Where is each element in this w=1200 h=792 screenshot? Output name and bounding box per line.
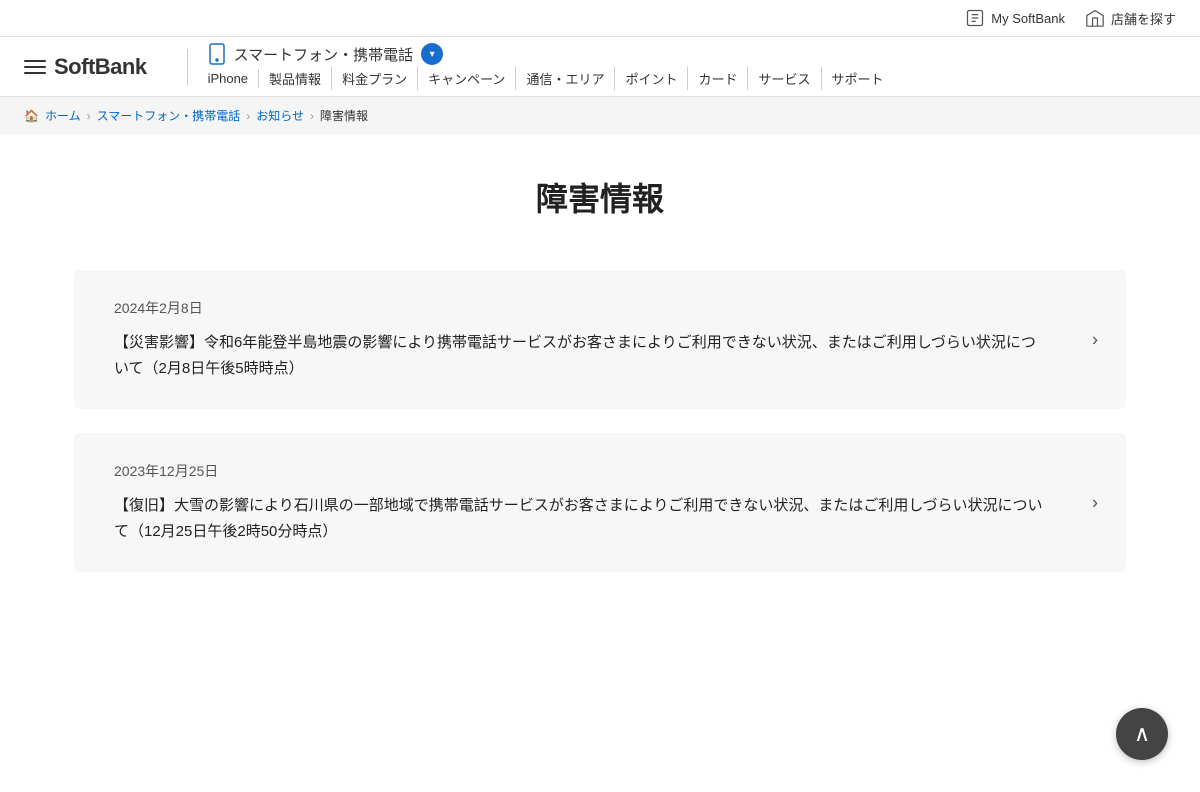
nav-iphone[interactable]: iPhone [208,69,259,88]
find-store-label: 店舗を探す [1111,9,1176,28]
sub-nav: iPhone 製品情報 料金プラン キャンペーン 通信・エリア ポイント カード… [208,67,894,90]
my-softbank-link[interactable]: My SoftBank [965,8,1065,28]
header-nav-section: スマートフォン・携帯電話 ▾ iPhone 製品情報 料金プラン キャンペーン … [208,43,894,90]
category-header[interactable]: スマートフォン・携帯電話 ▾ [208,43,444,65]
hamburger-line-3 [24,72,46,74]
news-title-1: 【復旧】大雪の影響により石川県の一部地域で携帯電話サービスがお客さまによりご利用… [114,493,1086,544]
nav-points[interactable]: ポイント [615,67,688,90]
find-store-link[interactable]: 店舗を探す [1085,9,1176,28]
news-arrow-1: › [1092,492,1098,513]
hamburger-line-1 [24,60,46,62]
news-card-0[interactable]: 2024年2月8日 【災害影響】令和6年能登半島地震の影響により携帯電話サービス… [74,270,1126,409]
category-dropdown-button[interactable]: ▾ [421,43,443,65]
category-label: スマートフォン・携帯電話 [234,44,414,65]
main-content: 障害情報 2024年2月8日 【災害影響】令和6年能登半島地震の影響により携帯電… [50,134,1150,656]
nav-network[interactable]: 通信・エリア [516,67,615,90]
breadcrumb-sep-3: › [310,109,314,123]
breadcrumb-current: 障害情報 [320,107,368,124]
breadcrumb-sep-1: › [87,109,91,123]
nav-plans[interactable]: 料金プラン [332,67,418,90]
breadcrumb-sep-2: › [246,109,250,123]
nav-support[interactable]: サポート [822,67,894,90]
logo-area: SoftBank [24,54,147,80]
page-title: 障害情報 [74,174,1126,220]
smartphone-icon [208,43,226,65]
nav-products[interactable]: 製品情報 [259,67,332,90]
breadcrumb-category[interactable]: スマートフォン・携帯電話 [97,107,241,124]
breadcrumb-home[interactable]: ホーム [45,107,81,124]
hamburger-menu[interactable] [24,60,46,74]
softbank-logo[interactable]: SoftBank [54,54,147,80]
breadcrumb: 🏠 ホーム › スマートフォン・携帯電話 › お知らせ › 障害情報 [0,97,1200,134]
hamburger-line-2 [24,66,46,68]
news-card-1[interactable]: 2023年12月25日 【復旧】大雪の影響により石川県の一部地域で携帯電話サービ… [74,433,1126,572]
mysoftbank-icon [965,8,985,28]
home-icon: 🏠 [24,109,39,123]
main-header: SoftBank スマートフォン・携帯電話 ▾ iPhone 製品情報 料金プラ… [0,37,1200,97]
breadcrumb-news[interactable]: お知らせ [256,107,304,124]
news-title-0: 【災害影響】令和6年能登半島地震の影響により携帯電話サービスがお客さまによりご利… [114,330,1086,381]
news-arrow-0: › [1092,329,1098,350]
nav-campaigns[interactable]: キャンペーン [418,67,516,90]
news-date-0: 2024年2月8日 [114,298,1086,318]
back-to-top-button[interactable]: ∧ [1116,708,1168,760]
header-divider [187,49,188,85]
nav-card[interactable]: カード [688,67,748,90]
nav-services[interactable]: サービス [748,67,821,90]
news-date-1: 2023年12月25日 [114,461,1086,481]
chevron-down-icon: ▾ [430,49,435,60]
top-utility-bar: My SoftBank 店舗を探す [0,0,1200,37]
store-icon [1085,9,1105,27]
my-softbank-label: My SoftBank [991,11,1065,26]
chevron-up-icon: ∧ [1134,723,1150,745]
